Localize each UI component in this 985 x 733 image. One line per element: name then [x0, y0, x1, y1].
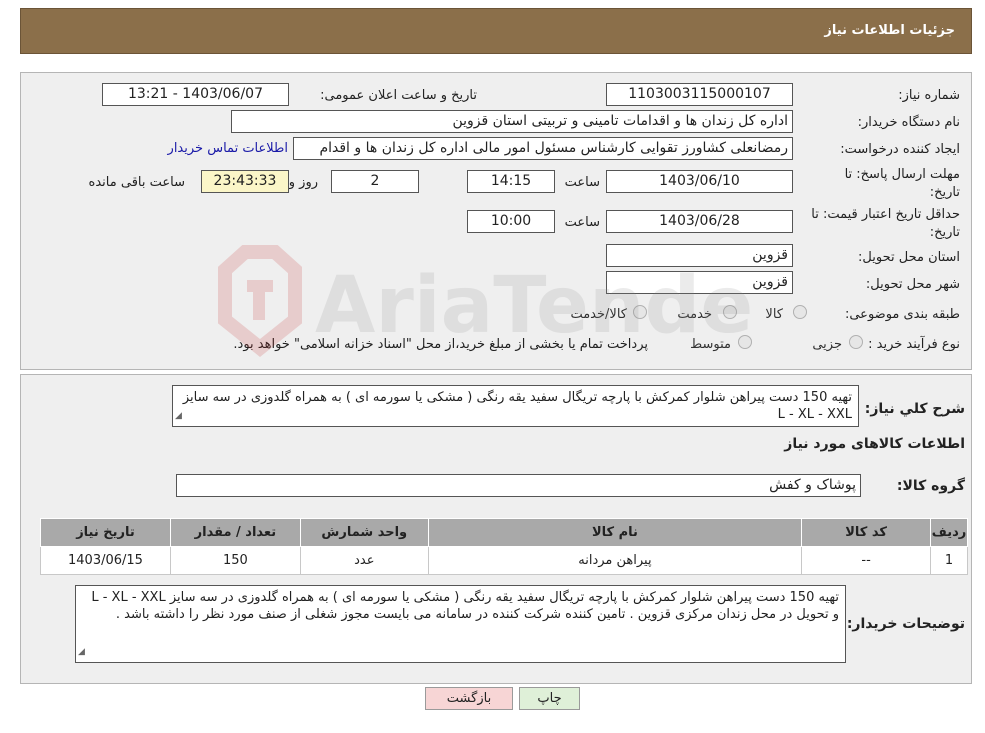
process-option-medium: متوسط — [690, 337, 731, 352]
days-label: روز و — [288, 175, 318, 190]
city-field: قزوین — [606, 271, 793, 294]
deadline-time-label: ساعت — [564, 175, 600, 190]
requester-field: رمضانعلی کشاورز تقوایی کارشناس مسئول امو… — [293, 137, 793, 160]
category-radio-service[interactable] — [723, 305, 737, 319]
days-field: 2 — [331, 170, 419, 193]
category-radio-goods-service[interactable] — [633, 305, 647, 319]
announce-field: 1403/06/07 - 13:21 — [102, 83, 289, 106]
validity-time-label: ساعت — [564, 215, 600, 230]
page-title: جزئیات اطلاعات نیاز — [824, 23, 955, 38]
buyer-contact-link[interactable]: اطلاعات تماس خریدار — [168, 141, 288, 156]
validity-label-date: تاریخ: — [929, 225, 960, 240]
category-label: طبقه بندی موضوعی: — [844, 307, 960, 322]
resize-grip-icon[interactable]: ◢ — [175, 408, 182, 425]
process-note: پرداخت تمام یا بخشی از مبلغ خرید،از محل … — [233, 337, 648, 352]
province-field: قزوین — [606, 244, 793, 267]
col-unit: واحد شمارش — [299, 518, 429, 547]
process-radio-minor[interactable] — [849, 335, 863, 349]
deadline-label: مهلت ارسال پاسخ: تا — [844, 167, 960, 182]
page-header: جزئیات اطلاعات نیاز — [20, 8, 972, 54]
need-number-field: 1103003115000107 — [606, 83, 793, 106]
announce-label: تاریخ و ساعت اعلان عمومی: — [320, 88, 477, 103]
buyer-notes-textarea: تهیه 150 دست پیراهن شلوار کمرکش با پارچه… — [75, 585, 846, 663]
category-option-goods-service: کالا/خدمت — [570, 307, 627, 322]
col-qty: تعداد / مقدار — [169, 518, 301, 547]
items-section-title: اطلاعات کالاهای مورد نياز — [784, 436, 965, 452]
remaining-time-field: 23:43:33 — [201, 170, 289, 193]
cell-name: پیراهن مردانه — [427, 546, 803, 575]
summary-text: تهیه 150 دست پیراهن شلوار کمرکش با پارچه… — [182, 390, 852, 422]
summary-textarea: تهیه 150 دست پیراهن شلوار کمرکش با پارچه… — [172, 385, 859, 427]
cell-unit: عدد — [299, 546, 429, 575]
city-label: شهر محل تحویل: — [865, 277, 960, 292]
buyer-notes-text: تهیه 150 دست پیراهن شلوار کمرکش با پارچه… — [91, 590, 839, 622]
items-table-header: رديف کد کالا نام کالا واحد شمارش تعداد /… — [40, 518, 968, 547]
buyer-org-field: اداره کل زندان ها و اقدامات تامینی و ترب… — [231, 110, 793, 133]
buyer-notes-label: توضیحات خریدار: — [846, 616, 965, 632]
need-number-label: شماره نیاز: — [898, 88, 960, 103]
col-row: رديف — [930, 518, 968, 547]
process-label: نوع فرآیند خرید : — [868, 337, 960, 352]
province-label: استان محل تحویل: — [858, 250, 960, 265]
buyer-org-label: نام دستگاه خریدار: — [857, 115, 960, 130]
items-table: رديف کد کالا نام کالا واحد شمارش تعداد /… — [40, 518, 968, 575]
validity-date-field: 1403/06/28 — [606, 210, 793, 233]
resize-grip-icon[interactable]: ◢ — [78, 644, 85, 661]
col-code: کد کالا — [801, 518, 932, 547]
table-row: 1 -- پیراهن مردانه عدد 150 1403/06/15 — [40, 546, 968, 575]
print-button[interactable]: چاپ — [519, 687, 580, 710]
validity-label: حداقل تاریخ اعتبار قیمت: تا — [811, 207, 960, 222]
goods-group-label: گروه کالا: — [896, 478, 965, 494]
category-radio-goods[interactable] — [793, 305, 807, 319]
cell-date: 1403/06/15 — [40, 546, 171, 575]
goods-group-field: پوشاک و کفش — [176, 474, 861, 497]
back-button[interactable]: بازگشت — [425, 687, 513, 710]
col-name: نام کالا — [427, 518, 803, 547]
validity-time-field: 10:00 — [467, 210, 555, 233]
cell-code: -- — [801, 546, 932, 575]
requester-label: ایجاد کننده درخواست: — [840, 142, 960, 157]
cell-row: 1 — [930, 546, 968, 575]
process-option-minor: جزیی — [812, 337, 842, 352]
process-radio-medium[interactable] — [738, 335, 752, 349]
category-option-service: خدمت — [677, 307, 712, 322]
deadline-label-date: تاریخ: — [929, 185, 960, 200]
deadline-time-field: 14:15 — [467, 170, 555, 193]
remaining-label: ساعت باقی مانده — [88, 175, 185, 190]
deadline-date-field: 1403/06/10 — [606, 170, 793, 193]
summary-label: شرح کلي نياز: — [864, 401, 965, 417]
category-option-goods: کالا — [765, 307, 783, 322]
cell-qty: 150 — [169, 546, 301, 575]
col-date: تاريخ نياز — [40, 518, 171, 547]
